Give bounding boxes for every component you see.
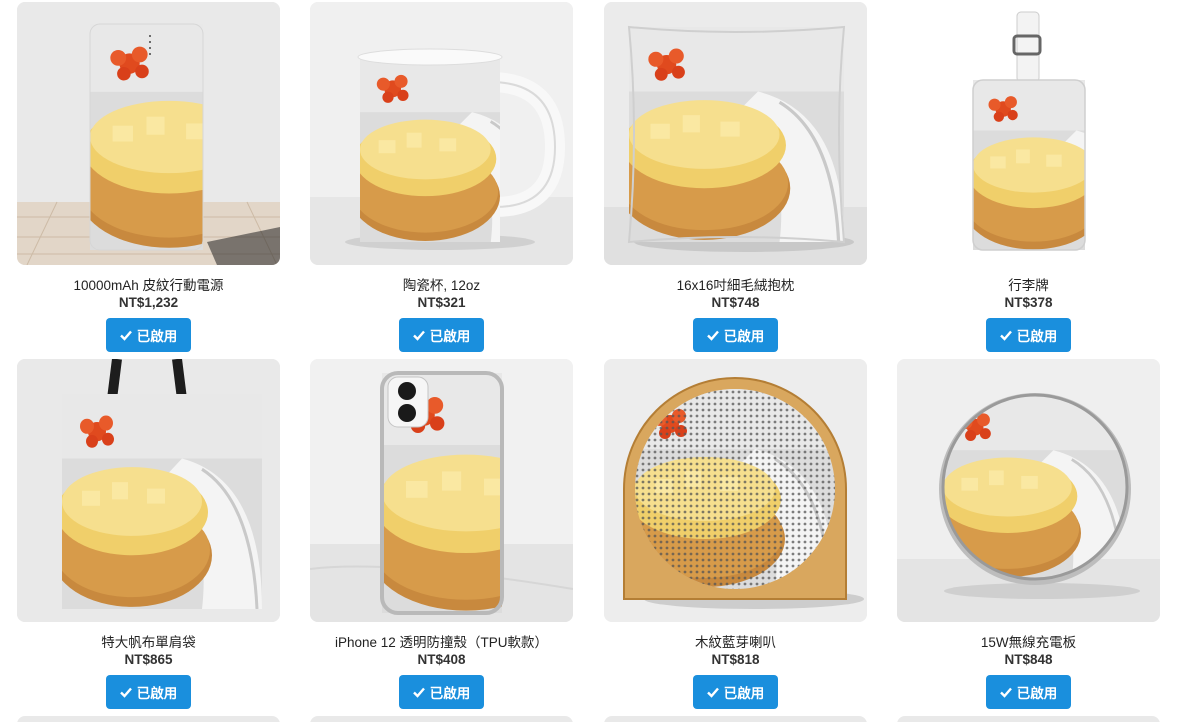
button-label: 已啟用 <box>429 686 471 701</box>
button-label: 已啟用 <box>723 329 765 344</box>
product-name: 15W無線充電板 <box>980 635 1077 650</box>
enabled-button[interactable]: 已啟用 <box>106 675 191 709</box>
button-label: 已啟用 <box>723 686 765 701</box>
product-price: NT$865 <box>124 652 173 667</box>
button-label: 已啟用 <box>136 686 178 701</box>
product-image[interactable] <box>17 716 280 722</box>
check-icon <box>706 687 719 698</box>
product-name: 行李牌 <box>1008 278 1049 293</box>
product-price: NT$408 <box>417 652 466 667</box>
enabled-button[interactable]: 已啟用 <box>106 318 191 352</box>
product-name: 特大帆布單肩袋 <box>101 635 196 650</box>
product-image[interactable] <box>604 359 867 622</box>
button-label: 已啟用 <box>1016 686 1058 701</box>
check-icon <box>706 330 719 341</box>
enabled-button[interactable]: 已啟用 <box>986 675 1071 709</box>
product-name: 16x16吋細毛絨抱枕 <box>676 278 795 293</box>
product-card-partial <box>897 716 1160 722</box>
enabled-button[interactable]: 已啟用 <box>399 675 484 709</box>
product-grid: 10000mAh 皮紋行動電源 NT$1,232 已啟用 陶瓷杯, 12oz N… <box>0 0 1200 722</box>
product-card-partial <box>17 716 280 722</box>
enabled-button[interactable]: 已啟用 <box>693 318 778 352</box>
product-name: iPhone 12 透明防撞殼（TPU軟款） <box>334 635 549 650</box>
product-price: NT$748 <box>711 295 760 310</box>
button-label: 已啟用 <box>1016 329 1058 344</box>
product-card-partial <box>604 716 867 722</box>
luggage-tag-icon <box>897 2 1160 265</box>
enabled-button[interactable]: 已啟用 <box>986 318 1071 352</box>
product-image[interactable] <box>897 359 1160 622</box>
enabled-button[interactable]: 已啟用 <box>693 675 778 709</box>
check-icon <box>119 330 132 341</box>
enabled-button[interactable]: 已啟用 <box>399 318 484 352</box>
product-image[interactable] <box>17 359 280 622</box>
product-price: NT$818 <box>711 652 760 667</box>
check-icon <box>999 330 1012 341</box>
check-icon <box>412 687 425 698</box>
product-image[interactable] <box>310 359 573 622</box>
product-name: 木紋藍芽喇叭 <box>695 635 776 650</box>
product-image[interactable] <box>310 716 573 722</box>
phone-case-icon <box>310 359 573 622</box>
speaker-icon <box>604 359 867 622</box>
tote-bag-icon <box>17 359 280 622</box>
product-price: NT$1,232 <box>118 295 179 310</box>
product-image[interactable] <box>17 2 280 265</box>
check-icon <box>412 330 425 341</box>
product-name: 10000mAh 皮紋行動電源 <box>73 278 224 293</box>
product-image[interactable] <box>604 716 867 722</box>
product-image[interactable] <box>897 2 1160 265</box>
check-icon <box>119 687 132 698</box>
product-image[interactable] <box>897 716 1160 722</box>
check-icon <box>999 687 1012 698</box>
product-price: NT$378 <box>1004 295 1053 310</box>
product-name: 陶瓷杯, 12oz <box>402 278 481 293</box>
power-bank-icon <box>17 2 280 265</box>
product-price: NT$848 <box>1004 652 1053 667</box>
button-label: 已啟用 <box>136 329 178 344</box>
wireless-charger-icon <box>897 359 1160 622</box>
product-card-partial <box>310 716 573 722</box>
product-image[interactable] <box>310 2 573 265</box>
button-label: 已啟用 <box>429 329 471 344</box>
product-image[interactable] <box>604 2 867 265</box>
mug-icon <box>310 2 573 265</box>
pillow-icon <box>604 2 867 265</box>
product-price: NT$321 <box>417 295 466 310</box>
